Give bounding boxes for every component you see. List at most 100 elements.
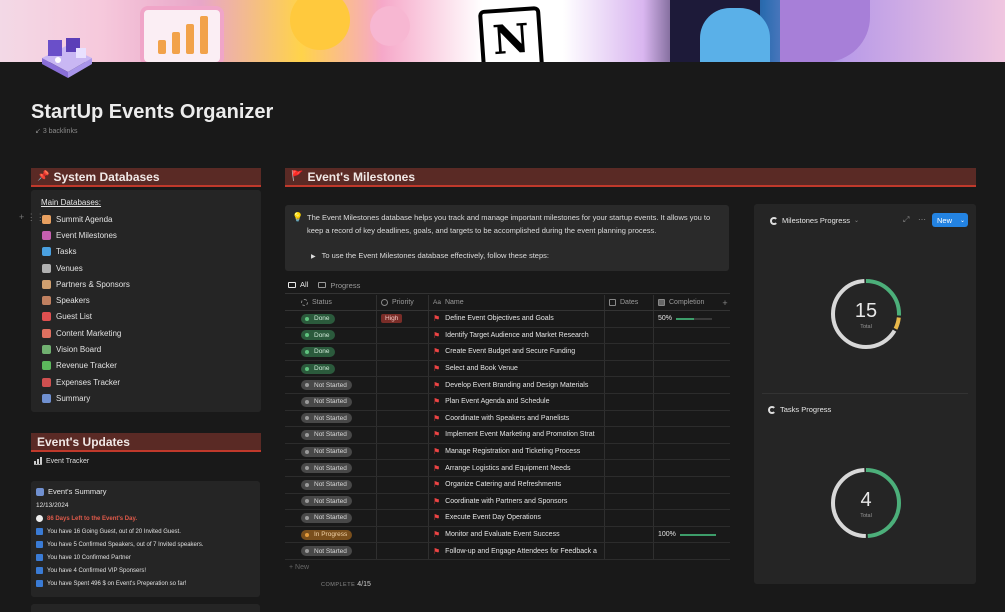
status-cell[interactable]: Not Started — [285, 380, 376, 391]
new-button[interactable]: New ⌄ — [932, 213, 968, 227]
column-status[interactable]: Status — [285, 295, 376, 310]
drag-handle-icon[interactable]: + ⋮⋮ — [19, 212, 45, 223]
steps-toggle[interactable]: ▶ To use the Event Milestones database ef… — [311, 251, 549, 260]
database-item-summit-agenda[interactable]: Summit Agenda — [42, 211, 130, 227]
database-item-content-marketing[interactable]: Content Marketing — [42, 325, 130, 341]
dates-cell[interactable] — [604, 410, 653, 427]
priority-cell[interactable] — [376, 393, 428, 410]
priority-cell[interactable]: High — [376, 311, 428, 327]
database-item-guest-list[interactable]: Guest List — [42, 309, 130, 325]
priority-cell[interactable] — [376, 510, 428, 526]
status-cell[interactable]: In Progress — [285, 529, 376, 540]
database-item-expenses-tracker[interactable]: Expenses Tracker — [42, 374, 130, 390]
table-row[interactable]: Done ⚑ Select and Book Venue — [285, 360, 730, 378]
table-row[interactable]: Not Started ⚑ Organize Catering and Refres… — [285, 476, 730, 494]
database-item-event-milestones[interactable]: Event Milestones — [42, 227, 130, 243]
completion-cell[interactable] — [653, 543, 720, 559]
name-cell[interactable]: ⚑ Create Event Budget and Secure Funding — [428, 344, 604, 360]
completion-cell[interactable] — [653, 360, 720, 377]
completion-cell[interactable] — [653, 460, 720, 476]
status-cell[interactable]: Not Started — [285, 512, 376, 523]
completion-cell[interactable] — [653, 377, 720, 393]
table-row[interactable]: In Progress ⚑ Monitor and Evaluate Event S… — [285, 526, 730, 544]
table-row[interactable]: Not Started ⚑ Follow-up and Engage Attende… — [285, 543, 730, 560]
status-cell[interactable]: Not Started — [285, 496, 376, 507]
priority-cell[interactable] — [376, 543, 428, 559]
event-tracker-link[interactable]: Event Tracker — [34, 457, 89, 465]
dates-cell[interactable] — [604, 460, 653, 476]
name-cell[interactable]: ⚑ Arrange Logistics and Equipment Needs — [428, 460, 604, 476]
name-cell[interactable]: ⚑ Develop Event Branding and Design Mater… — [428, 377, 604, 393]
name-cell[interactable]: ⚑ Coordinate with Partners and Sponsors — [428, 493, 604, 510]
dates-cell[interactable] — [604, 377, 653, 393]
priority-cell[interactable] — [376, 327, 428, 344]
new-row-button[interactable]: + New — [289, 564, 309, 571]
backlinks-link[interactable]: ↙ 3 backlinks — [35, 127, 77, 135]
name-cell[interactable]: ⚑ Implement Event Marketing and Promotion… — [428, 427, 604, 443]
table-row[interactable]: Not Started ⚑ Plan Event Agenda and Schedu… — [285, 393, 730, 411]
dates-cell[interactable] — [604, 476, 653, 493]
priority-cell[interactable] — [376, 377, 428, 393]
table-row[interactable]: Done ⚑ Identify Target Audience and Market… — [285, 327, 730, 345]
table-row[interactable]: Not Started ⚑ Coordinate with Speakers and… — [285, 410, 730, 428]
tab-all[interactable]: All — [288, 280, 309, 294]
name-cell[interactable]: ⚑ Manage Registration and Ticketing Proce… — [428, 443, 604, 460]
completion-cell[interactable] — [653, 427, 720, 443]
priority-cell[interactable] — [376, 410, 428, 427]
dates-cell[interactable] — [604, 327, 653, 344]
name-cell[interactable]: ⚑ Plan Event Agenda and Schedule — [428, 393, 604, 410]
status-cell[interactable]: Not Started — [285, 446, 376, 457]
milestones-chart-header[interactable]: Milestones Progress ⌄ — [770, 216, 859, 225]
completion-cell[interactable]: 50% — [653, 311, 720, 327]
table-row[interactable]: Not Started ⚑ Manage Registration and Tick… — [285, 443, 730, 461]
priority-cell[interactable] — [376, 427, 428, 443]
priority-cell[interactable] — [376, 360, 428, 377]
dates-cell[interactable] — [604, 526, 653, 543]
database-item-tasks[interactable]: Tasks — [42, 244, 130, 260]
column-name[interactable]: Aa Name — [428, 295, 604, 310]
database-item-partners-sponsors[interactable]: Partners & Sponsors — [42, 276, 130, 292]
dates-cell[interactable] — [604, 311, 653, 327]
priority-cell[interactable] — [376, 344, 428, 360]
table-row[interactable]: Not Started ⚑ Develop Event Branding and D… — [285, 377, 730, 394]
status-cell[interactable]: Not Started — [285, 396, 376, 407]
name-cell[interactable]: ⚑ Define Event Objectives and Goals — [428, 311, 604, 327]
status-cell[interactable]: Done — [285, 346, 376, 357]
name-cell[interactable]: ⚑ Select and Book Venue — [428, 360, 604, 377]
column-completion[interactable]: Completion — [653, 295, 720, 310]
status-cell[interactable]: Not Started — [285, 479, 376, 490]
database-item-venues[interactable]: Venues — [42, 260, 130, 276]
dates-cell[interactable] — [604, 393, 653, 410]
page-icon[interactable] — [36, 34, 98, 80]
priority-cell[interactable] — [376, 476, 428, 493]
name-cell[interactable]: ⚑ Monitor and Evaluate Event Success — [428, 526, 604, 543]
completion-cell[interactable]: 100% — [653, 526, 720, 543]
priority-cell[interactable] — [376, 460, 428, 476]
dates-cell[interactable] — [604, 493, 653, 510]
database-item-summary[interactable]: Summary — [42, 390, 130, 406]
completion-cell[interactable] — [653, 493, 720, 510]
table-row[interactable]: Done High ⚑ Define Event Objectives and Goa… — [285, 311, 730, 328]
completion-cell[interactable] — [653, 327, 720, 344]
completion-cell[interactable] — [653, 510, 720, 526]
table-row[interactable]: Done ⚑ Create Event Budget and Secure Fund… — [285, 344, 730, 361]
dates-cell[interactable] — [604, 543, 653, 559]
dates-cell[interactable] — [604, 344, 653, 360]
column-dates[interactable]: Dates — [604, 295, 653, 310]
status-cell[interactable]: Not Started — [285, 413, 376, 424]
add-column-icon[interactable]: + — [720, 298, 730, 308]
table-row[interactable]: Not Started ⚑ Arrange Logistics and Equipm… — [285, 460, 730, 477]
status-cell[interactable]: Not Started — [285, 429, 376, 440]
name-cell[interactable]: ⚑ Coordinate with Speakers and Panelists — [428, 410, 604, 427]
dates-cell[interactable] — [604, 443, 653, 460]
database-item-vision-board[interactable]: Vision Board — [42, 341, 130, 357]
status-cell[interactable]: Done — [285, 330, 376, 341]
status-cell[interactable]: Done — [285, 313, 376, 324]
dates-cell[interactable] — [604, 427, 653, 443]
tab-progress[interactable]: Progress — [318, 280, 360, 294]
table-row[interactable]: Not Started ⚑ Execute Event Day Operations — [285, 510, 730, 527]
database-item-speakers[interactable]: Speakers — [42, 292, 130, 308]
priority-cell[interactable] — [376, 493, 428, 510]
database-item-revenue-tracker[interactable]: Revenue Tracker — [42, 358, 130, 374]
completion-cell[interactable] — [653, 476, 720, 493]
